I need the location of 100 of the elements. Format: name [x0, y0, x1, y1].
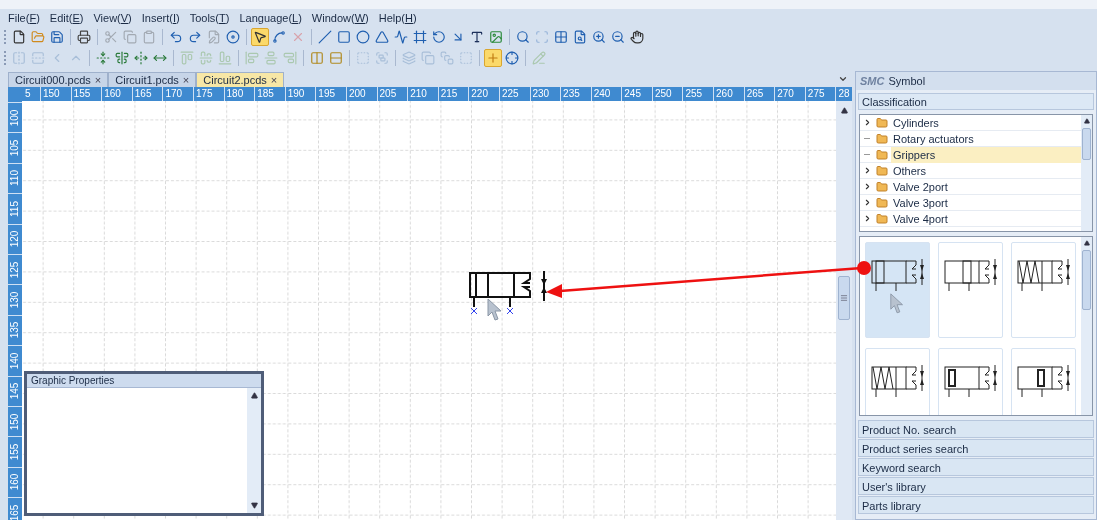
distribute-button[interactable] — [308, 49, 326, 67]
ruler-label: 190 — [287, 88, 305, 99]
distribute-button[interactable] — [327, 49, 345, 67]
menu-item[interactable]: Window(W) — [311, 9, 369, 27]
disc-button[interactable] — [224, 28, 242, 46]
save-button[interactable] — [48, 28, 66, 46]
ruler-label: 215 — [440, 88, 458, 99]
dot-marker — [857, 261, 871, 275]
connector-button[interactable] — [270, 28, 288, 46]
folder-icon — [876, 196, 888, 209]
polyline-button[interactable] — [392, 28, 410, 46]
scroll-down-icon[interactable] — [250, 502, 258, 509]
menu-item[interactable]: Edit(E) — [49, 9, 84, 27]
ruler-label: 220 — [471, 88, 488, 99]
scrollbar[interactable] — [836, 101, 852, 520]
scissors-icon — [104, 30, 118, 44]
section-header[interactable]: Parts library — [858, 496, 1094, 514]
ruler-label: 265 — [746, 88, 764, 99]
arc-button[interactable] — [430, 28, 448, 46]
scrollbar[interactable] — [247, 388, 261, 513]
close-icon[interactable]: × — [182, 71, 190, 89]
arc-icon — [432, 30, 446, 44]
size-button[interactable] — [132, 49, 150, 67]
distribute-icon — [329, 51, 343, 65]
tree-item[interactable]: Others — [891, 162, 1081, 179]
scrollbar[interactable] — [1081, 115, 1092, 231]
triangle-button[interactable] — [373, 28, 391, 46]
size-icon — [96, 51, 110, 65]
snap-button[interactable] — [503, 49, 521, 67]
menu-item[interactable]: Help(H) — [378, 9, 417, 27]
tree-item[interactable]: Valve 2port — [891, 178, 1081, 195]
section-header[interactable]: Keyword search — [858, 458, 1094, 476]
ruler-label: 130 — [10, 291, 20, 309]
tree-item[interactable]: Cylinders — [891, 114, 1081, 131]
panel-title: Graphic Properties — [27, 374, 261, 388]
dropdown-icon[interactable] — [838, 74, 848, 84]
ruler-label: 255 — [685, 88, 703, 99]
line-button[interactable] — [316, 28, 334, 46]
tree-item[interactable]: Valve 3port — [891, 194, 1081, 211]
ruler-label: 185 — [257, 88, 274, 99]
print-button[interactable] — [75, 28, 93, 46]
ruler-label: 28 — [838, 88, 850, 99]
panel-title: Symbol — [888, 73, 926, 89]
menu-item[interactable]: File(F) — [8, 9, 40, 27]
scroll-thumb[interactable] — [838, 276, 850, 320]
grid-button[interactable] — [552, 28, 570, 46]
size-button[interactable] — [94, 49, 112, 67]
ruler-label: 145 — [10, 382, 20, 400]
hand-button[interactable] — [628, 28, 646, 46]
document-tab[interactable]: Circuit000.pcds × — [8, 72, 109, 87]
shape-button[interactable] — [411, 28, 429, 46]
shape-icon — [413, 30, 427, 44]
close-icon[interactable]: × — [270, 71, 278, 89]
scroll-thumb[interactable] — [1082, 250, 1091, 310]
grid-icon — [554, 30, 568, 44]
document-tab[interactable]: Circuit1.pcds × — [108, 72, 197, 87]
scroll-up-icon[interactable] — [1083, 118, 1090, 124]
scrollbar[interactable] — [1081, 237, 1092, 415]
tree-item[interactable]: Valve 4port — [891, 210, 1081, 227]
menu-item[interactable]: View(V) — [93, 9, 132, 27]
scroll-up-icon[interactable] — [840, 107, 848, 114]
ruler-label: 245 — [624, 88, 641, 99]
ruler-label: 110 — [10, 170, 20, 187]
clipboard-icon — [142, 30, 156, 44]
ruler-label: 250 — [654, 88, 672, 99]
ruler-label: 165 — [10, 504, 20, 520]
menu-item[interactable]: Language(L) — [239, 9, 302, 27]
close-icon[interactable]: × — [94, 71, 102, 89]
text-icon — [470, 30, 484, 44]
section-header[interactable]: Product No. search — [858, 420, 1094, 438]
ruler-label: 100 — [10, 109, 20, 127]
menu-item[interactable]: Tools(T) — [189, 9, 230, 27]
menu-item[interactable]: Insert(I) — [141, 9, 180, 27]
ruler-label: 225 — [501, 88, 519, 99]
undo-icon — [169, 30, 183, 44]
scroll-thumb[interactable] — [1082, 128, 1091, 160]
pointer-button[interactable] — [251, 28, 269, 46]
tree-item[interactable]: Rotary actuators — [891, 130, 1081, 147]
section-header[interactable]: User's library — [858, 477, 1094, 495]
ruler-label: 115 — [10, 200, 20, 217]
rectangle-button[interactable] — [335, 28, 353, 46]
ruler-label: 5 — [24, 87, 32, 101]
distribute-icon — [310, 51, 324, 65]
size-button[interactable] — [113, 49, 131, 67]
ruler-label: 240 — [593, 88, 611, 99]
ellipse-button[interactable] — [354, 28, 372, 46]
save-icon — [50, 30, 64, 44]
ruler-label: 155 — [10, 443, 20, 461]
scroll-up-icon[interactable] — [1083, 240, 1090, 246]
zoom-in-button[interactable] — [590, 28, 608, 46]
search-icon — [516, 30, 530, 44]
folder-icon — [876, 212, 888, 225]
scroll-up-icon[interactable] — [250, 392, 258, 399]
ruler-label: 205 — [379, 88, 397, 99]
document-tab[interactable]: Circuit2.pcds × — [196, 72, 285, 87]
section-header[interactable]: Product series search — [858, 439, 1094, 457]
zoom-out-button[interactable] — [609, 28, 627, 46]
search-button[interactable] — [514, 28, 532, 46]
folder-icon — [876, 116, 888, 129]
section-header[interactable]: Classification — [858, 93, 1094, 110]
